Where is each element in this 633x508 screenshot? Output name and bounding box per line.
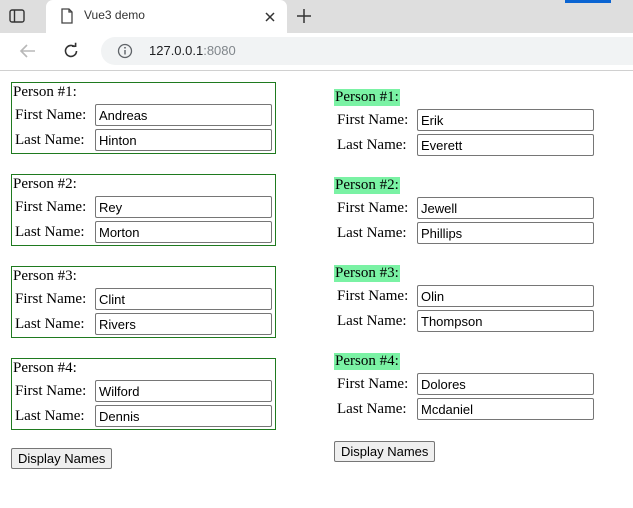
last-name-label: Last Name: [337, 313, 407, 329]
first-name-input[interactable] [95, 196, 272, 218]
last-name-label: Last Name: [15, 316, 85, 332]
site-info-icon[interactable] [117, 43, 133, 59]
last-name-input[interactable] [417, 398, 594, 420]
person-title: Person #4: [13, 360, 77, 376]
person-card-3: Person #3: First Name: Last Name: [11, 266, 276, 338]
address-bar[interactable]: 127.0.0.1:8080 [101, 37, 633, 65]
person-title: Person #3: [13, 268, 77, 284]
last-name-label: Last Name: [337, 225, 407, 241]
last-name-label: Last Name: [337, 401, 407, 417]
person-card-1: Person #1: First Name: Last Name: [11, 82, 276, 154]
tab-title: Vue3 demo [84, 8, 145, 22]
first-name-label: First Name: [15, 199, 87, 215]
new-tab-icon[interactable] [296, 8, 312, 24]
last-name-input[interactable] [417, 222, 594, 244]
tab-actions-icon[interactable] [8, 7, 26, 25]
first-name-label: First Name: [337, 376, 409, 392]
first-name-input[interactable] [95, 380, 272, 402]
person-title: Person #1: [13, 84, 77, 100]
first-name-input[interactable] [95, 288, 272, 310]
person-card-1: Person #1: First Name: Last Name: [334, 89, 599, 161]
person-title: Person #1: [334, 89, 400, 106]
back-arrow-icon[interactable] [19, 43, 37, 59]
last-name-input[interactable] [95, 313, 272, 335]
page-favicon-icon [60, 8, 74, 24]
window-accent [565, 0, 611, 3]
tab-strip: Vue3 demo [0, 0, 633, 33]
last-name-input[interactable] [95, 405, 272, 427]
person-card-2: Person #2: First Name: Last Name: [334, 177, 599, 249]
first-name-label: First Name: [15, 107, 87, 123]
first-name-input[interactable] [417, 373, 594, 395]
person-card-4: Person #4: First Name: Last Name: [11, 358, 276, 430]
first-name-input[interactable] [95, 104, 272, 126]
first-name-input[interactable] [417, 285, 594, 307]
last-name-input[interactable] [95, 221, 272, 243]
person-title: Person #2: [334, 177, 400, 194]
display-names-button[interactable]: Display Names [334, 441, 436, 462]
browser-toolbar: 127.0.0.1:8080 [0, 33, 633, 71]
first-name-label: First Name: [15, 291, 87, 307]
close-tab-icon[interactable] [264, 10, 276, 22]
browser-tab[interactable]: Vue3 demo [46, 0, 287, 33]
first-name-label: First Name: [15, 383, 87, 399]
url-text: 127.0.0.1:8080 [149, 43, 236, 58]
last-name-label: Last Name: [15, 224, 85, 240]
first-name-label: First Name: [337, 112, 409, 128]
display-names-button[interactable]: Display Names [11, 448, 113, 469]
first-name-label: First Name: [337, 288, 409, 304]
last-name-label: Last Name: [15, 132, 85, 148]
last-name-input[interactable] [95, 129, 272, 151]
url-port: :8080 [203, 43, 236, 58]
person-title: Person #3: [334, 265, 400, 282]
last-name-input[interactable] [417, 310, 594, 332]
person-title: Person #2: [13, 176, 77, 192]
person-card-3: Person #3: First Name: Last Name: [334, 265, 599, 337]
person-title: Person #4: [334, 353, 400, 370]
first-name-input[interactable] [417, 197, 594, 219]
first-name-input[interactable] [417, 109, 594, 131]
reload-icon[interactable] [62, 42, 80, 60]
person-card-2: Person #2: First Name: Last Name: [11, 174, 276, 246]
last-name-label: Last Name: [337, 137, 407, 153]
url-host: 127.0.0.1 [149, 43, 204, 58]
last-name-input[interactable] [417, 134, 594, 156]
person-card-4: Person #4: First Name: Last Name: [334, 353, 599, 425]
first-name-label: First Name: [337, 200, 409, 216]
last-name-label: Last Name: [15, 408, 85, 424]
